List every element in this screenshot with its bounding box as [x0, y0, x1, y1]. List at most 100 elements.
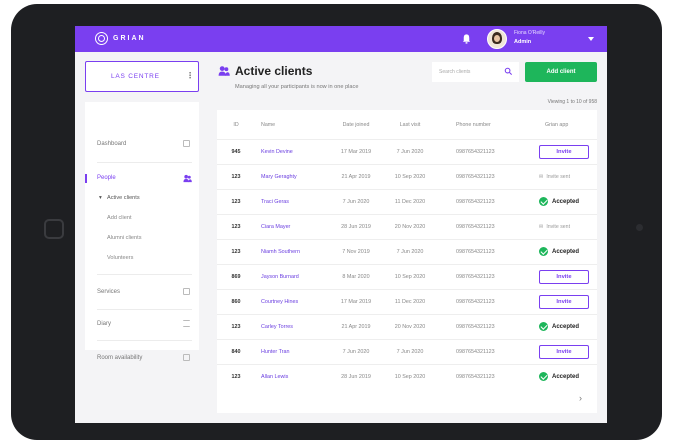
add-client-button[interactable]: Add client — [525, 62, 597, 82]
user-role[interactable]: Admin — [514, 39, 531, 45]
sidebar-item-diary[interactable]: Diary — [97, 321, 111, 327]
page-subtitle: Managing all your participants is now in… — [235, 84, 359, 90]
cell-id: 945 — [231, 149, 241, 155]
cell-phone: 0987654321123 — [456, 274, 495, 280]
cell-name-link[interactable]: Allan Lewis — [261, 374, 288, 380]
table-row[interactable]: 123 Carley Torres 21 Apr 2019 20 Nov 2020 09… — [217, 314, 597, 339]
table-row[interactable]: 945 Kevin Devine 17 Mar 2019 7 Jun 2020 0987… — [217, 139, 597, 164]
app-status-accepted: Accepted — [539, 322, 579, 331]
cell-date-joined: 7 Nov 2019 — [342, 249, 370, 255]
chevron-down-icon[interactable]: ▾ — [99, 195, 102, 201]
sidebar-item-services[interactable]: Services — [97, 289, 120, 295]
sidebar-item-room-availability[interactable]: Room availability — [97, 355, 142, 361]
search-input[interactable]: Search clients — [432, 62, 519, 82]
cell-last-visit: 10 Sep 2020 — [394, 274, 426, 280]
cell-date-joined: 17 Mar 2019 — [340, 149, 372, 155]
cell-last-visit: 11 Dec 2020 — [394, 299, 426, 305]
cell-name-link[interactable]: Jayson Burnard — [261, 274, 299, 280]
table-row[interactable]: 860 Courtney Hines 17 Mar 2019 11 Dec 2020 0… — [217, 289, 597, 314]
cell-name-link[interactable]: Traci Geras — [261, 199, 289, 205]
cell-id: 123 — [231, 174, 241, 180]
table-row[interactable]: 869 Jayson Burnard 8 Mar 2020 10 Sep 2020 09… — [217, 264, 597, 289]
top-bar: GRIAN Fiona O'Reilly Admin — [75, 26, 607, 52]
home-button — [44, 219, 64, 239]
cell-name-link[interactable]: Kevin Devine — [261, 149, 293, 155]
header-date-joined[interactable]: Date joined — [335, 122, 377, 128]
invite-button[interactable]: Invite — [539, 345, 589, 359]
table-row[interactable]: 123 Ciara Mayer 28 Jun 2019 20 Nov 2020 0987… — [217, 214, 597, 239]
cell-name-link[interactable]: Niamh Southern — [261, 249, 300, 255]
sidebar-sub-active-clients[interactable]: Active clients — [107, 195, 140, 201]
sidebar-sub-volunteers[interactable]: Volunteers — [107, 255, 133, 261]
cell-id: 860 — [231, 299, 241, 305]
services-icon — [183, 288, 190, 295]
bell-icon[interactable] — [461, 33, 472, 45]
app-status-text: Invite sent — [546, 174, 571, 180]
sidebar-sub-add-client[interactable]: Add client — [107, 215, 132, 221]
app-screen: GRIAN Fiona O'Reilly Admin LAS CENTRE ⋮ … — [75, 26, 607, 423]
cell-phone: 0987654321123 — [456, 224, 495, 230]
cell-name-link[interactable]: Hunter Tran — [261, 349, 289, 355]
cell-phone: 0987654321123 — [456, 249, 495, 255]
table-row[interactable]: 123 Niamh Southern 7 Nov 2019 7 Jun 2020 098… — [217, 239, 597, 264]
check-circle-icon — [539, 372, 548, 381]
search-icon[interactable] — [504, 67, 513, 76]
cell-last-visit: 10 Sep 2020 — [394, 174, 426, 180]
page-title: Active clients — [235, 64, 313, 78]
cell-phone: 0987654321123 — [456, 149, 495, 155]
dashboard-icon — [183, 140, 190, 147]
cell-id: 869 — [231, 274, 241, 280]
sidebar: Dashboard People ▾ Active clients Add cl… — [85, 102, 199, 350]
app-status-text: Accepted — [552, 198, 580, 205]
send-icon: ✉ — [539, 224, 544, 230]
sidebar-item-people[interactable]: People — [97, 175, 116, 181]
viewing-count: Viewing 1 to 10 of 958 — [547, 99, 597, 105]
table-row[interactable]: 840 Hunter Tran 7 Jun 2020 7 Jun 2020 098765… — [217, 339, 597, 364]
app-status-invite-sent: ✉ Invite sent — [539, 174, 570, 180]
table-row[interactable]: 123 Allan Lewis 28 Jun 2019 10 Sep 2020 0987… — [217, 364, 597, 389]
search-placeholder: Search clients — [439, 69, 471, 75]
centre-selector[interactable]: LAS CENTRE ⋮ — [85, 61, 199, 92]
app-status-accepted: Accepted — [539, 247, 579, 256]
centre-name: LAS CENTRE — [111, 73, 160, 80]
sidebar-sub-alumni-clients[interactable]: Alumni clients — [107, 235, 142, 241]
cell-name-link[interactable]: Mary Geraghty — [261, 174, 297, 180]
logo-icon — [95, 32, 108, 45]
cell-name-link[interactable]: Ciara Mayer — [261, 224, 290, 230]
cell-last-visit: 7 Jun 2020 — [396, 349, 424, 355]
more-vertical-icon[interactable]: ⋮ — [186, 71, 194, 80]
header-phone[interactable]: Phone number — [456, 122, 491, 128]
app-status-text: Accepted — [552, 373, 580, 380]
cell-last-visit: 10 Sep 2020 — [394, 374, 426, 380]
app-status-text: Accepted — [552, 248, 580, 255]
invite-button[interactable]: Invite — [539, 145, 589, 159]
logo[interactable]: GRIAN — [95, 32, 146, 45]
sidebar-item-dashboard[interactable]: Dashboard — [97, 141, 126, 147]
header-name[interactable]: Name — [261, 122, 275, 128]
cell-name-link[interactable]: Courtney Hines — [261, 299, 298, 305]
check-circle-icon — [539, 197, 548, 206]
cell-date-joined: 28 Jun 2019 — [341, 224, 371, 230]
app-status-text: Invite sent — [546, 224, 571, 230]
cell-name-link[interactable]: Carley Torres — [261, 324, 293, 330]
sidebar-divider — [97, 274, 192, 275]
header-grian-app[interactable]: Grian app — [545, 122, 568, 128]
cell-id: 123 — [231, 249, 241, 255]
invite-button[interactable]: Invite — [539, 270, 589, 284]
table-row[interactable]: 123 Mary Geraghty 21 Apr 2019 10 Sep 2020 09… — [217, 164, 597, 189]
invite-button[interactable]: Invite — [539, 295, 589, 309]
header-id[interactable]: ID — [227, 122, 245, 128]
cell-date-joined: 7 Jun 2020 — [342, 199, 370, 205]
cell-id: 123 — [231, 224, 241, 230]
cell-id: 123 — [231, 324, 241, 330]
avatar[interactable] — [487, 29, 507, 49]
check-circle-icon — [539, 322, 548, 331]
header-last-visit[interactable]: Last visit — [389, 122, 431, 128]
user-name[interactable]: Fiona O'Reilly — [514, 30, 545, 36]
check-circle-icon — [539, 247, 548, 256]
send-icon: ✉ — [539, 174, 544, 180]
chevron-right-icon[interactable]: › — [579, 393, 582, 403]
chevron-down-icon[interactable] — [588, 37, 594, 41]
cell-date-joined: 28 Jun 2019 — [341, 374, 371, 380]
table-row[interactable]: 123 Traci Geras 7 Jun 2020 11 Dec 2020 09876… — [217, 189, 597, 214]
